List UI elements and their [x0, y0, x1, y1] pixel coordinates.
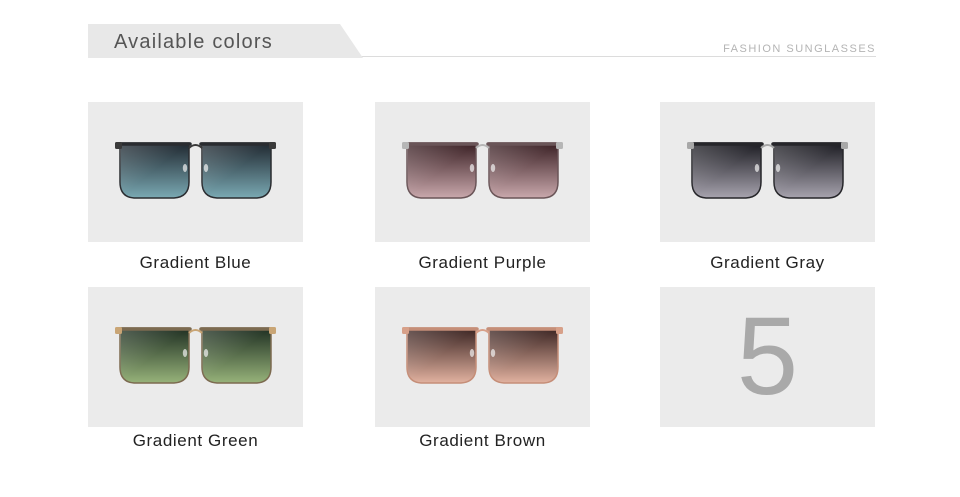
- product-tile-gray[interactable]: [660, 102, 875, 242]
- color-count-number: 5: [736, 295, 799, 418]
- sunglasses-image: [687, 142, 848, 199]
- page-title: Available colors: [114, 31, 273, 53]
- product-tile-green[interactable]: [88, 287, 303, 427]
- product-label-purple: Gradient Purple: [418, 253, 547, 272]
- sunglasses-image: [402, 327, 563, 384]
- page-subtitle: FASHION SUNGLASSES: [723, 43, 876, 55]
- color-count-tile: 5: [660, 287, 875, 427]
- sunglasses-image: [402, 142, 563, 199]
- product-label-gray: Gradient Gray: [710, 253, 825, 272]
- product-label-brown: Gradient Brown: [419, 431, 546, 450]
- product-tile-blue[interactable]: [88, 102, 303, 242]
- sunglasses-image: [115, 142, 276, 199]
- product-label-green: Gradient Green: [132, 431, 259, 450]
- product-tile-brown[interactable]: [375, 287, 590, 427]
- sunglasses-image: [115, 327, 276, 384]
- product-tile-purple[interactable]: [375, 102, 590, 242]
- product-label-blue: Gradient Blue: [139, 253, 252, 272]
